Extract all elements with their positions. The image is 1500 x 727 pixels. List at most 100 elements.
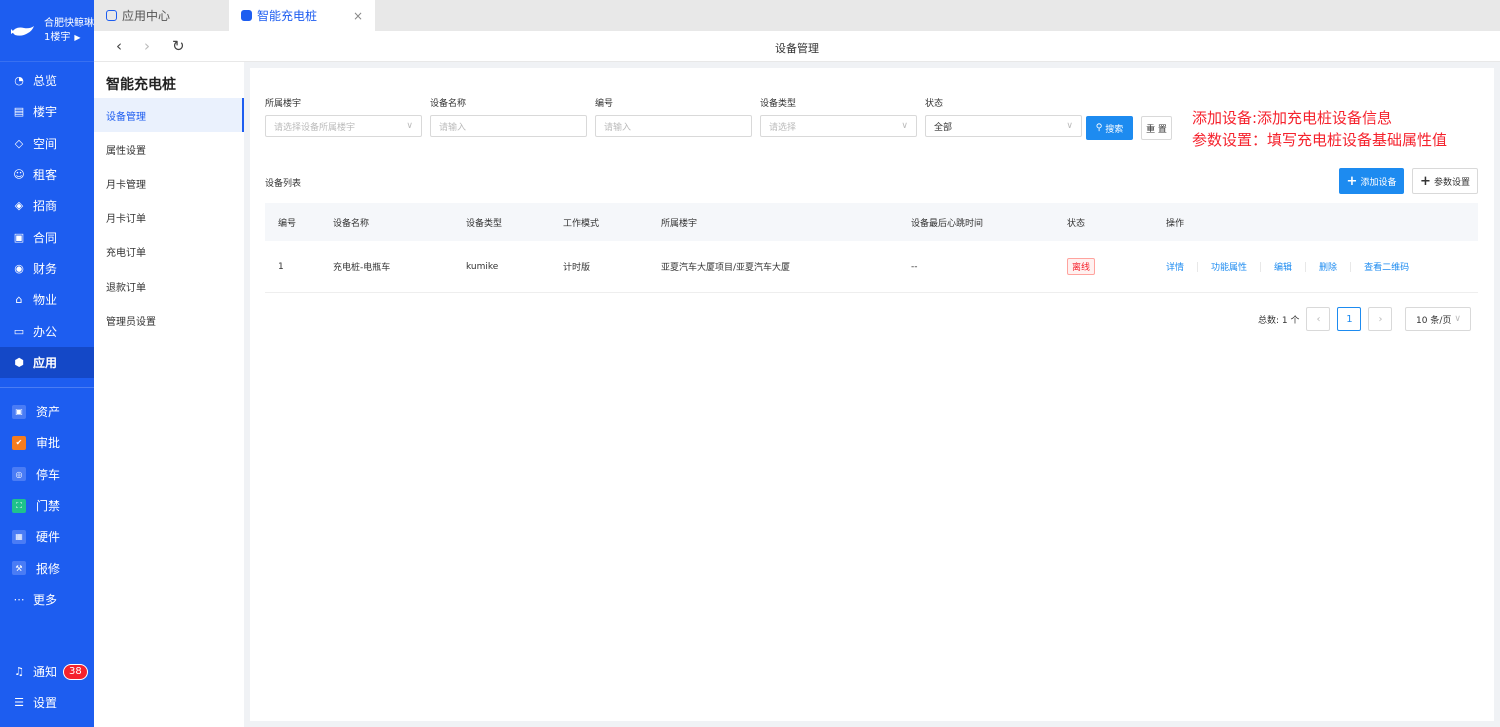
function-attr-link[interactable]: 功能属性 — [1211, 260, 1247, 273]
name-filter-label: 设备名称 — [430, 99, 467, 109]
home-icon: ⌂ — [15, 293, 23, 307]
nav-item-leasing[interactable]: ◈ 招商 — [0, 190, 94, 221]
submenu-item-charge-orders[interactable]: 充电订单 — [94, 235, 244, 269]
search-icon: ⚲ — [1095, 123, 1103, 133]
nav-item-building[interactable]: ▤ 楼宇 — [0, 96, 94, 127]
cell-mode: 计时版 — [563, 263, 591, 273]
add-device-button[interactable]: + 添加设备 — [1339, 168, 1404, 194]
cube-icon: ◇ — [14, 136, 24, 150]
approval-icon: ✔ — [12, 435, 26, 450]
close-icon[interactable]: × — [353, 9, 363, 23]
total-count: 总数: 1 个 — [1258, 315, 1300, 326]
nav-notify[interactable]: ♫ 通知 38 — [0, 656, 94, 687]
nav-settings[interactable]: ☰ 设置 — [0, 687, 94, 718]
hardware-icon: ▦ — [12, 529, 26, 544]
building-select[interactable]: 请选择设备所属楼宇 ∨ — [265, 115, 422, 137]
search-button[interactable]: ⚲ 搜索 — [1086, 116, 1133, 140]
submenu-item-device[interactable]: 设备管理 — [94, 98, 244, 133]
name-input[interactable]: 请输入 — [430, 115, 587, 137]
filter-bar: 所属楼宇 请选择设备所属楼宇 ∨ 设备名称 请输入 编号 请输入 设备类型 请选择… — [265, 96, 1082, 137]
caret-right-icon: ▶ — [74, 32, 81, 42]
document-icon: ▣ — [13, 230, 25, 244]
notify-badge: 38 — [63, 663, 88, 680]
tab-app-center[interactable]: 应用中心 — [94, 0, 229, 31]
detail-link[interactable]: 详情 — [1166, 260, 1184, 273]
nav-item-property[interactable]: ⌂ 物业 — [0, 284, 94, 315]
code-filter-label: 编号 — [595, 99, 614, 109]
col-actions: 操作 — [1166, 218, 1185, 229]
cell-code: 1 — [278, 261, 284, 272]
status-select[interactable]: 全部 ∨ — [925, 115, 1082, 137]
users-icon: ☺ — [13, 168, 25, 182]
col-code: 编号 — [278, 218, 297, 229]
cell-heartbeat: -- — [911, 261, 918, 272]
nav-item-apps[interactable]: ⬢ 应用 — [0, 346, 94, 378]
nav-item-tenant[interactable]: ☺ 租客 — [0, 159, 94, 190]
nav-app-asset[interactable]: ▣ 资产 — [0, 396, 94, 427]
nav-divider — [0, 386, 94, 388]
nav-item-overview[interactable]: ◔ 总览 — [0, 65, 94, 96]
nav-app-approval[interactable]: ✔ 审批 — [0, 427, 94, 458]
next-page-button[interactable]: › — [1368, 307, 1393, 331]
submenu-item-refunds[interactable]: 退款订单 — [94, 269, 244, 303]
nav-more[interactable]: ⋯ 更多 — [0, 584, 94, 615]
status-badge: 离线 — [1067, 258, 1096, 275]
charging-pile-icon — [241, 10, 252, 21]
nav-item-contract[interactable]: ▣ 合同 — [0, 221, 94, 252]
col-name: 设备名称 — [333, 218, 370, 229]
nav-app-repair[interactable]: ⚒ 报修 — [0, 552, 94, 583]
brand-name: 合肥快鲸琳 — [44, 17, 94, 29]
plus-icon: + — [1346, 173, 1358, 189]
code-input[interactable]: 请输入 — [595, 115, 752, 137]
nav-item-finance[interactable]: ◉ 财务 — [0, 253, 94, 284]
submenu-item-admins[interactable]: 管理员设置 — [94, 303, 244, 337]
chevron-down-icon: ∨ — [1066, 121, 1073, 131]
delete-link[interactable]: 删除 — [1319, 260, 1337, 273]
nav-app-access[interactable]: ⛶ 门禁 — [0, 490, 94, 521]
reset-button[interactable]: 重 置 — [1141, 116, 1172, 140]
chevron-down-icon: ∨ — [1454, 314, 1461, 324]
brand-switcher[interactable]: 合肥快鲸琳 1楼宇 ▶ — [0, 0, 94, 62]
submenu-item-monthly-card[interactable]: 月卡管理 — [94, 166, 244, 200]
toolbar: ‹ › ↻ 设备管理 — [94, 31, 1500, 62]
tab-charging-pile[interactable]: 智能充电桩 × — [229, 0, 375, 31]
nav-item-space[interactable]: ◇ 空间 — [0, 128, 94, 159]
qrcode-link[interactable]: 查看二维码 — [1364, 260, 1409, 273]
device-table: 编号 设备名称 设备类型 工作模式 所属楼宇 设备最后心跳时间 状态 操作 1 … — [265, 203, 1478, 293]
type-filter-label: 设备类型 — [760, 99, 797, 109]
dashboard-icon: ◔ — [14, 74, 24, 88]
main-panel: 所属楼宇 请选择设备所属楼宇 ∨ 设备名称 请输入 编号 请输入 设备类型 请选择… — [250, 68, 1494, 721]
asset-icon: ▣ — [12, 404, 26, 419]
page-size-select[interactable]: 10 条/页 ∨ — [1405, 307, 1472, 331]
menu-icon: ☰ — [14, 696, 24, 710]
status-filter-label: 状态 — [925, 99, 944, 109]
col-heartbeat: 设备最后心跳时间 — [911, 218, 984, 229]
app-icon: ⬢ — [14, 355, 24, 369]
nav-app-parking[interactable]: ◎ 停车 — [0, 459, 94, 490]
prev-page-button[interactable]: ‹ — [1306, 307, 1331, 331]
table-row: 1 充电桩-电瓶车 kumike 计时版 亚夏汽车大厦项目/亚夏汽车大厦 -- … — [265, 241, 1478, 293]
plus-icon: + — [1420, 173, 1431, 189]
divider — [1197, 261, 1199, 272]
cell-name: 充电桩-电瓶车 — [333, 263, 391, 273]
submenu-item-card-orders[interactable]: 月卡订单 — [94, 201, 244, 235]
page-title: 设备管理 — [775, 42, 819, 55]
nav-app-hardware[interactable]: ▦ 硬件 — [0, 521, 94, 552]
building-name: 1楼宇 — [44, 31, 71, 43]
page-number[interactable]: 1 — [1337, 307, 1362, 331]
submenu-item-attributes[interactable]: 属性设置 — [94, 132, 244, 166]
cell-building: 亚夏汽车大厦项目/亚夏汽车大厦 — [661, 263, 791, 273]
list-title: 设备列表 — [265, 179, 302, 189]
finance-icon: ◉ — [14, 261, 24, 275]
param-settings-button[interactable]: + 参数设置 — [1412, 168, 1478, 194]
annotation-note: 添加设备:添加充电桩设备信息 参数设置：填写充电桩设备基础属性值 — [1192, 109, 1448, 149]
pagination: 总数: 1 个 ‹ 1 › 10 条/页 ∨ — [1258, 307, 1472, 331]
cell-type: kumike — [466, 261, 499, 272]
nav-item-office[interactable]: ▭ 办公 — [0, 315, 94, 346]
divider — [1305, 261, 1307, 272]
col-building: 所属楼宇 — [661, 218, 698, 229]
type-select[interactable]: 请选择 ∨ — [760, 115, 917, 137]
chevron-down-icon: ∨ — [901, 121, 908, 131]
edit-link[interactable]: 编辑 — [1274, 260, 1292, 273]
whale-logo-icon — [11, 25, 34, 36]
